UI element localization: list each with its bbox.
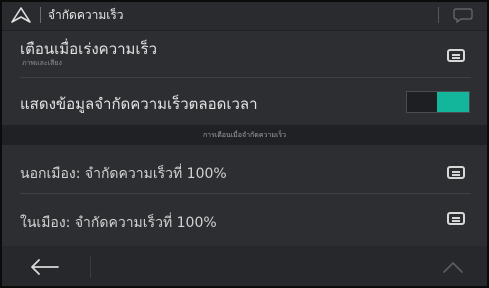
- page-title: จำกัดความเร็ว: [48, 8, 124, 22]
- list-item-always-show-speed-limit[interactable]: แสดงข้อมูลจำกัดความเร็วตลอดเวลา: [0, 79, 489, 125]
- inside-city-limit-label: ในเมือง: จำกัดความเร็วที่ 100%: [20, 215, 217, 231]
- back-arrow-icon[interactable]: [28, 258, 60, 276]
- menu-icon[interactable]: [447, 166, 465, 179]
- speed-warning-sublabel: ภาพและเสียง: [22, 59, 62, 67]
- speech-bubble-icon[interactable]: [452, 7, 474, 23]
- toggle-knob: [437, 92, 469, 112]
- list-item-inside-city-limit[interactable]: ในเมือง: จำกัดความเร็วที่ 100%: [0, 195, 489, 245]
- bottom-separator: [90, 256, 91, 278]
- menu-icon[interactable]: [447, 49, 465, 62]
- title-separator: [40, 7, 41, 23]
- list-item-speed-warning[interactable]: เตือนเมื่อเร่งความเร็ว ภาพและเสียง: [0, 31, 489, 78]
- section-header: การเตือนเมื่อจำกัดความเร็ว: [0, 125, 489, 145]
- chevron-up-icon[interactable]: [441, 260, 465, 274]
- row-divider: [20, 193, 471, 194]
- row-divider: [20, 77, 471, 78]
- always-show-speed-limit-toggle[interactable]: [406, 91, 470, 113]
- navigation-arrow-icon[interactable]: [10, 6, 32, 24]
- bottom-bar: [0, 246, 489, 288]
- menu-icon[interactable]: [447, 212, 465, 225]
- outside-city-limit-label: นอกเมือง: จำกัดความเร็วที่ 100%: [20, 166, 227, 182]
- top-separator: [438, 7, 439, 23]
- top-bar: จำกัดความเร็ว: [0, 0, 489, 31]
- always-show-speed-limit-label: แสดงข้อมูลจำกัดความเร็วตลอดเวลา: [20, 95, 258, 113]
- list-item-outside-city-limit[interactable]: นอกเมือง: จำกัดความเร็วที่ 100%: [0, 146, 489, 194]
